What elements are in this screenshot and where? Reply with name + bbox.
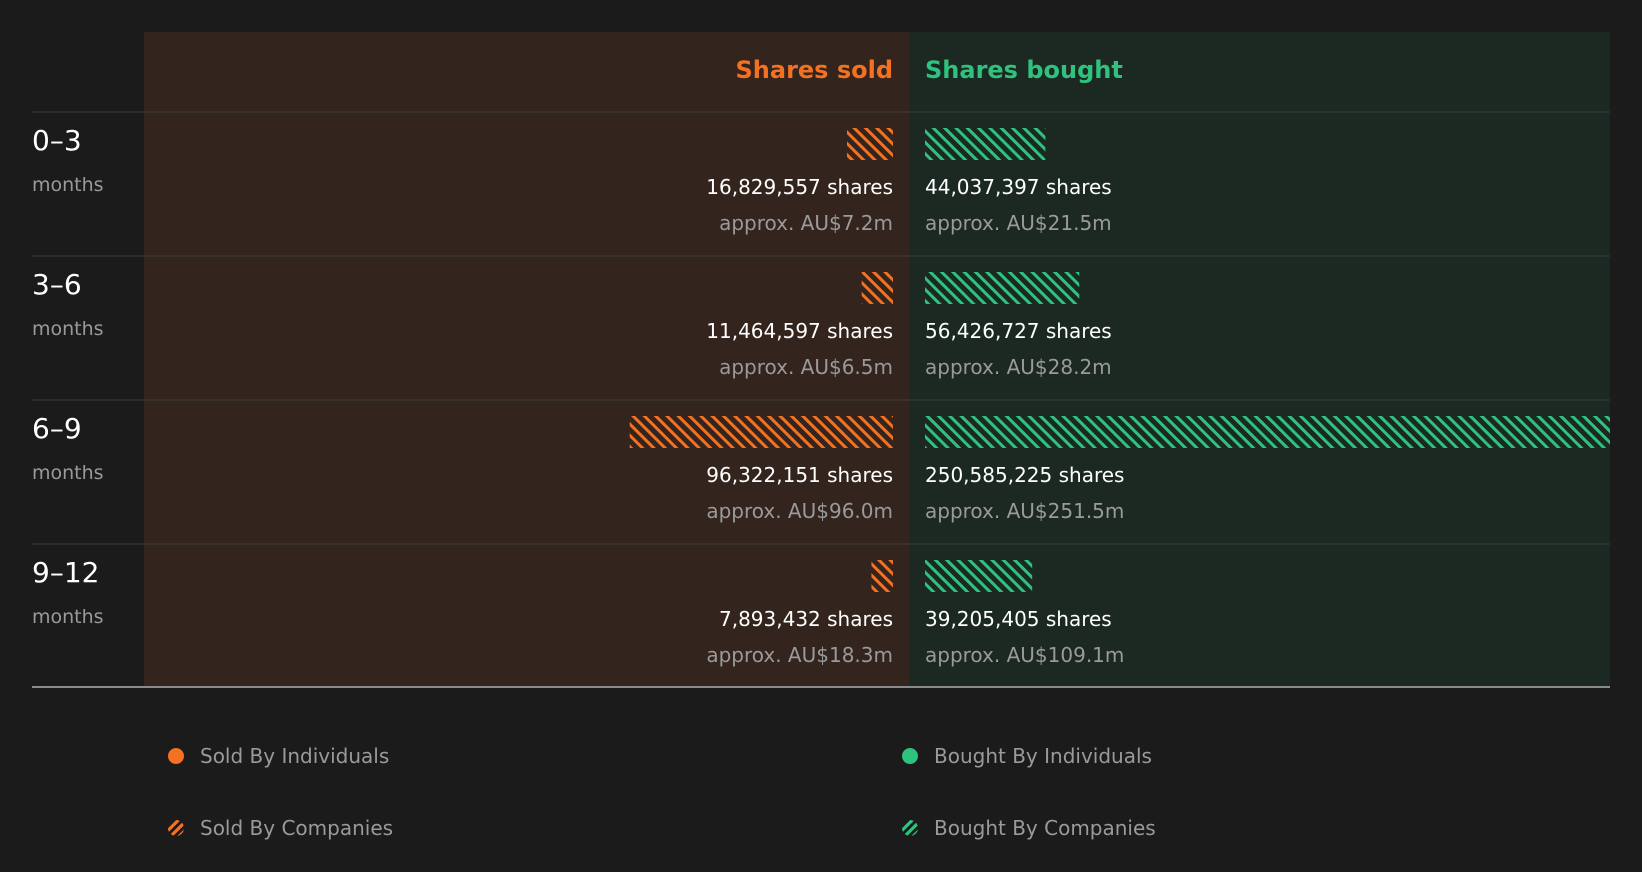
- period-label: 9–12: [32, 556, 99, 589]
- bought-shares-label: 39,205,405 shares: [925, 607, 1112, 631]
- bought-shares-label: 250,585,225 shares: [925, 463, 1124, 487]
- legend-bought-individuals: Bought By Individuals: [902, 744, 1152, 768]
- period-unit: months: [32, 462, 104, 484]
- bought-bar: [925, 416, 1610, 448]
- period-unit: months: [32, 606, 104, 628]
- bought-value-label: approx. AU$251.5m: [925, 499, 1124, 523]
- sold-value-label: approx. AU$18.3m: [706, 643, 893, 667]
- sold-value-label: approx. AU$96.0m: [706, 499, 893, 523]
- period-label: 6–9: [32, 412, 82, 445]
- sold-bar: [861, 272, 893, 304]
- legend-label: Sold By Companies: [200, 816, 394, 840]
- sold-value-label: approx. AU$7.2m: [719, 211, 893, 235]
- sold-shares-label: 7,893,432 shares: [719, 607, 893, 631]
- insider-trading-chart: Shares sold Shares bought 0–3 months 16,82…: [32, 32, 1610, 688]
- sold-header: Shares sold: [736, 56, 894, 84]
- sold-shares-label: 16,829,557 shares: [706, 175, 893, 199]
- bought-bar: [925, 128, 1046, 160]
- bought-bar: [925, 272, 1080, 304]
- hatched-dot-icon: [168, 820, 184, 836]
- bought-bar: [925, 560, 1033, 592]
- bought-shares-label: 44,037,397 shares: [925, 175, 1112, 199]
- sold-bar: [871, 560, 893, 592]
- period-label: 3–6: [32, 268, 82, 301]
- legend-sold-companies: Sold By Companies: [168, 816, 393, 840]
- period-unit: months: [32, 318, 104, 340]
- legend-label: Sold By Individuals: [200, 744, 390, 768]
- period-unit: months: [32, 174, 104, 196]
- legend-label: Bought By Companies: [934, 816, 1156, 840]
- bought-value-label: approx. AU$21.5m: [925, 211, 1112, 235]
- legend-sold-individuals: Sold By Individuals: [168, 744, 389, 768]
- period-label: 0–3: [32, 124, 82, 157]
- sold-bar: [846, 128, 893, 160]
- sold-shares-label: 96,322,151 shares: [706, 463, 893, 487]
- solid-dot-icon: [902, 748, 918, 764]
- bought-header: Shares bought: [925, 56, 1123, 84]
- solid-dot-icon: [168, 748, 184, 764]
- bought-value-label: approx. AU$28.2m: [925, 355, 1112, 379]
- hatched-dot-icon: [902, 820, 918, 836]
- legend-bought-companies: Bought By Companies: [902, 816, 1156, 840]
- bought-value-label: approx. AU$109.1m: [925, 643, 1124, 667]
- sold-value-label: approx. AU$6.5m: [719, 355, 893, 379]
- sold-bar: [629, 416, 893, 448]
- legend-label: Bought By Individuals: [934, 744, 1152, 768]
- sold-shares-label: 11,464,597 shares: [706, 319, 893, 343]
- bought-shares-label: 56,426,727 shares: [925, 319, 1112, 343]
